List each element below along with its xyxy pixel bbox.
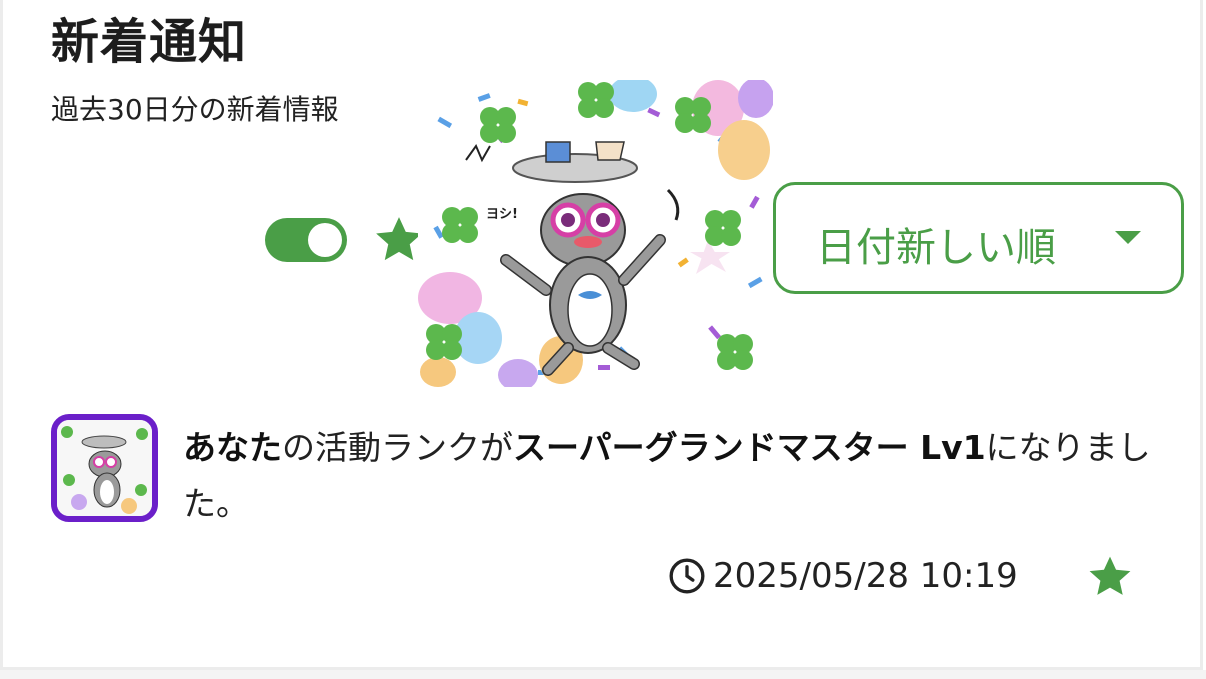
notification-message: あなたの活動ランクがスーパーグランドマスター Lv1になりました。: [183, 420, 1163, 532]
notifications-panel: 新着通知 過去30日分の新着情報 ヨシ! 日付新しい順 あなたの活動ランクがスー…: [0, 0, 1203, 670]
celebration-sticker-image: ヨシ!: [418, 80, 773, 387]
message-subject: あなた: [183, 428, 282, 467]
page-title: 新着通知: [51, 14, 248, 70]
svg-text:ヨシ!: ヨシ!: [486, 207, 518, 222]
notification-avatar: [51, 414, 158, 522]
timestamp-text: 2025/05/28 10:19: [713, 556, 1018, 596]
toggle-knob: [308, 223, 342, 257]
chevron-down-icon: [1115, 231, 1141, 244]
message-text: の活動ランクが: [282, 428, 513, 467]
star-icon[interactable]: [1085, 552, 1135, 602]
message-rank: スーパーグランドマスター Lv1: [513, 428, 986, 467]
sort-dropdown[interactable]: 日付新しい順: [773, 182, 1184, 294]
notification-timestamp: 2025/05/28 10:19: [667, 554, 1018, 598]
page-subtitle: 過去30日分の新着情報: [51, 93, 339, 126]
sort-dropdown-label: 日付新しい順: [816, 225, 1056, 271]
clock-icon: [669, 558, 705, 594]
favorites-toggle[interactable]: [265, 218, 347, 262]
avatar-sticker-image: [57, 420, 152, 516]
divider: [0, 670, 1206, 679]
